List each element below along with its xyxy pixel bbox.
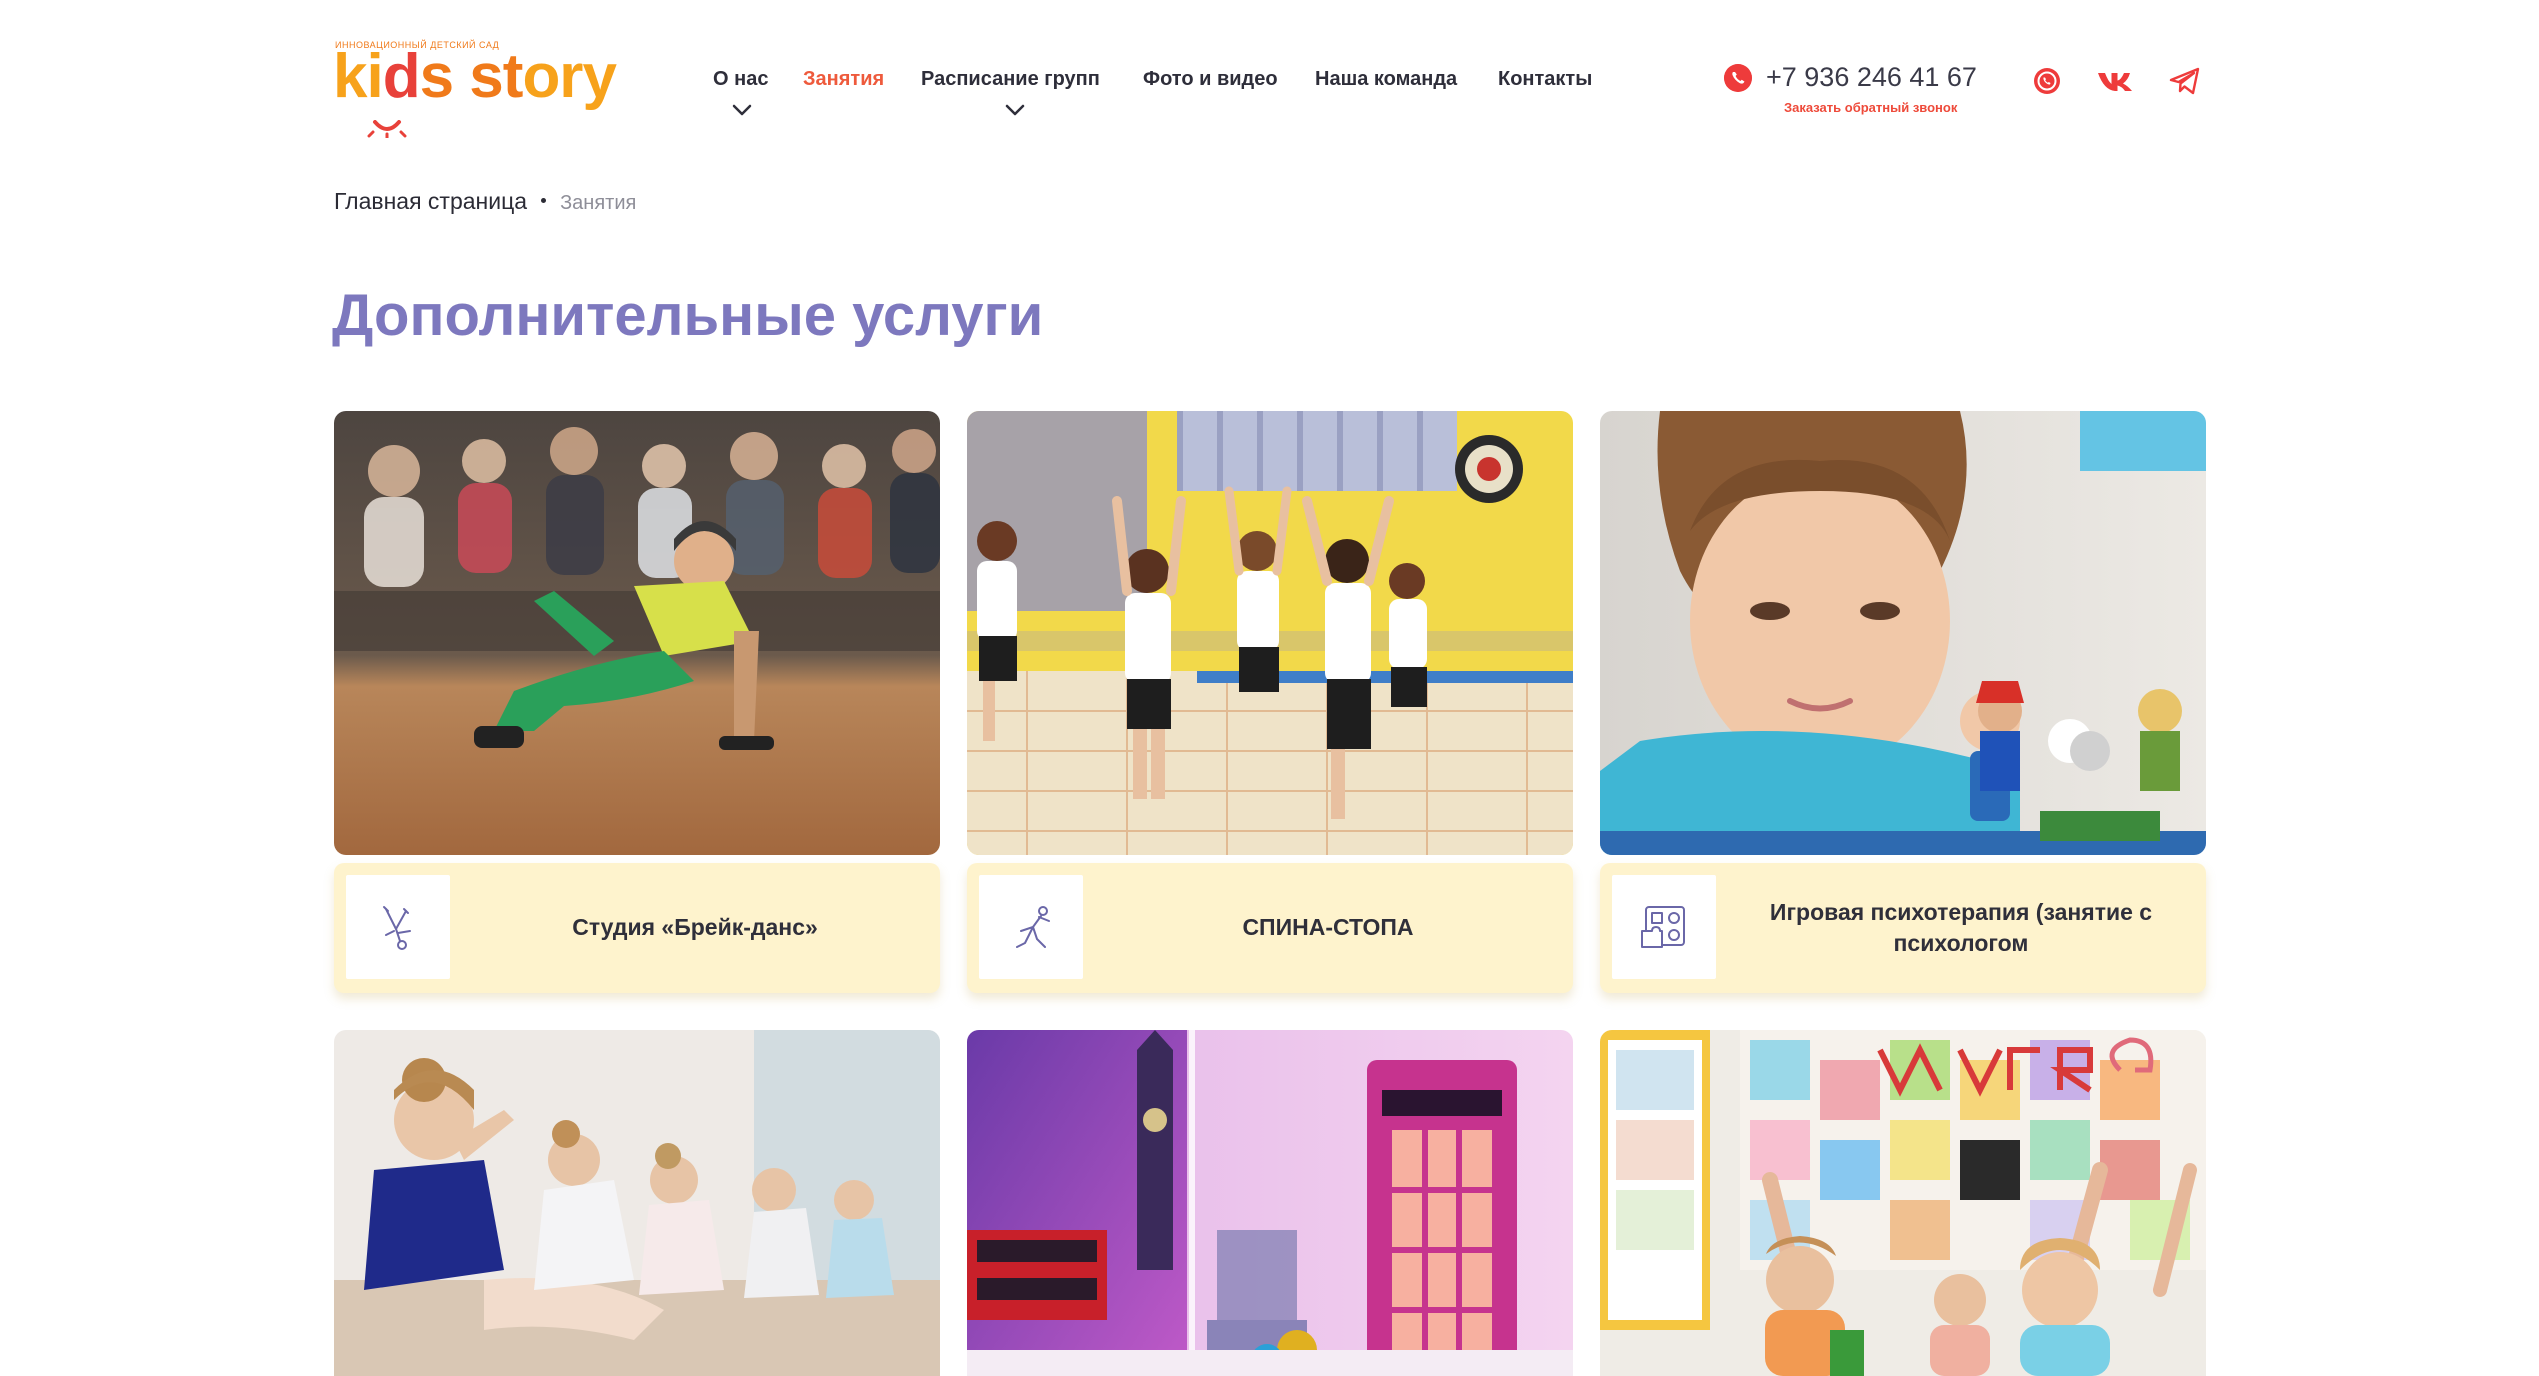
card-label[interactable]: Студия «Брейк-данс» [334,863,940,993]
card-icon-box [979,875,1083,979]
breadcrumb-current: Занятия [560,192,637,214]
nav-item-contacts[interactable]: Контакты [1498,68,1592,91]
nav-item-about[interactable]: О нас [713,68,768,91]
stretching-icon [1016,906,1050,948]
service-card-classroom[interactable] [1600,1030,2206,1376]
whatsapp-icon[interactable] [2030,64,2064,98]
breadcrumb-separator [541,197,547,203]
phone-icon[interactable] [1724,64,1752,92]
logo-sun-icon [367,120,407,138]
puzzle-icon [1641,906,1685,948]
card-icon-box [1612,875,1716,979]
breadcrumb: Главная страница Занятия [334,188,636,215]
nav-item-schedule[interactable]: Расписание групп [921,68,1100,91]
service-card-salt-room[interactable] [967,1030,1573,1376]
card-image[interactable] [967,411,1573,855]
card-label[interactable]: Игровая психотерапия (занятие с психолог… [1600,863,2206,993]
nav-item-classes[interactable]: Занятия [803,68,884,91]
chevron-down-icon[interactable] [732,104,752,116]
site-header: Инновационный детский сад kids story О н… [0,0,2539,160]
service-card-breakdance[interactable]: Студия «Брейк-данс» [334,411,940,993]
telegram-icon[interactable] [2168,64,2202,98]
breadcrumb-home-link[interactable]: Главная страница [334,188,527,214]
breakdance-icon [383,906,411,950]
logo-wordmark: kids story [333,42,617,111]
nav-item-team[interactable]: Наша команда [1315,68,1457,91]
card-title: СПИНА-СТОПА [1242,914,1414,941]
service-card-play-therapy[interactable]: Игровая психотерапия (занятие с психолог… [1600,411,2206,993]
card-image[interactable] [967,1030,1573,1376]
card-image[interactable] [334,1030,940,1376]
callback-link[interactable]: Заказать обратный звонок [1784,100,1957,115]
card-image[interactable] [1600,1030,2206,1376]
card-label[interactable]: СПИНА-СТОПА [967,863,1573,993]
card-title: Студия «Брейк-данс» [572,914,818,941]
card-image[interactable] [1600,411,2206,855]
logo[interactable]: Инновационный детский сад kids story [333,36,617,138]
nav-item-media[interactable]: Фото и видео [1143,68,1278,91]
phone-number[interactable]: +7 936 246 41 67 [1766,62,1977,93]
page-title: Дополнительные услуги [332,283,1044,348]
card-icon-box [346,875,450,979]
service-card-ballet[interactable] [334,1030,940,1376]
chevron-down-icon[interactable] [1005,104,1025,116]
vk-icon[interactable] [2096,64,2138,98]
card-image[interactable] [334,411,940,855]
service-card-spine-foot[interactable]: СПИНА-СТОПА [967,411,1573,993]
card-title: Игровая психотерапия (занятие с психолог… [1769,898,2153,956]
